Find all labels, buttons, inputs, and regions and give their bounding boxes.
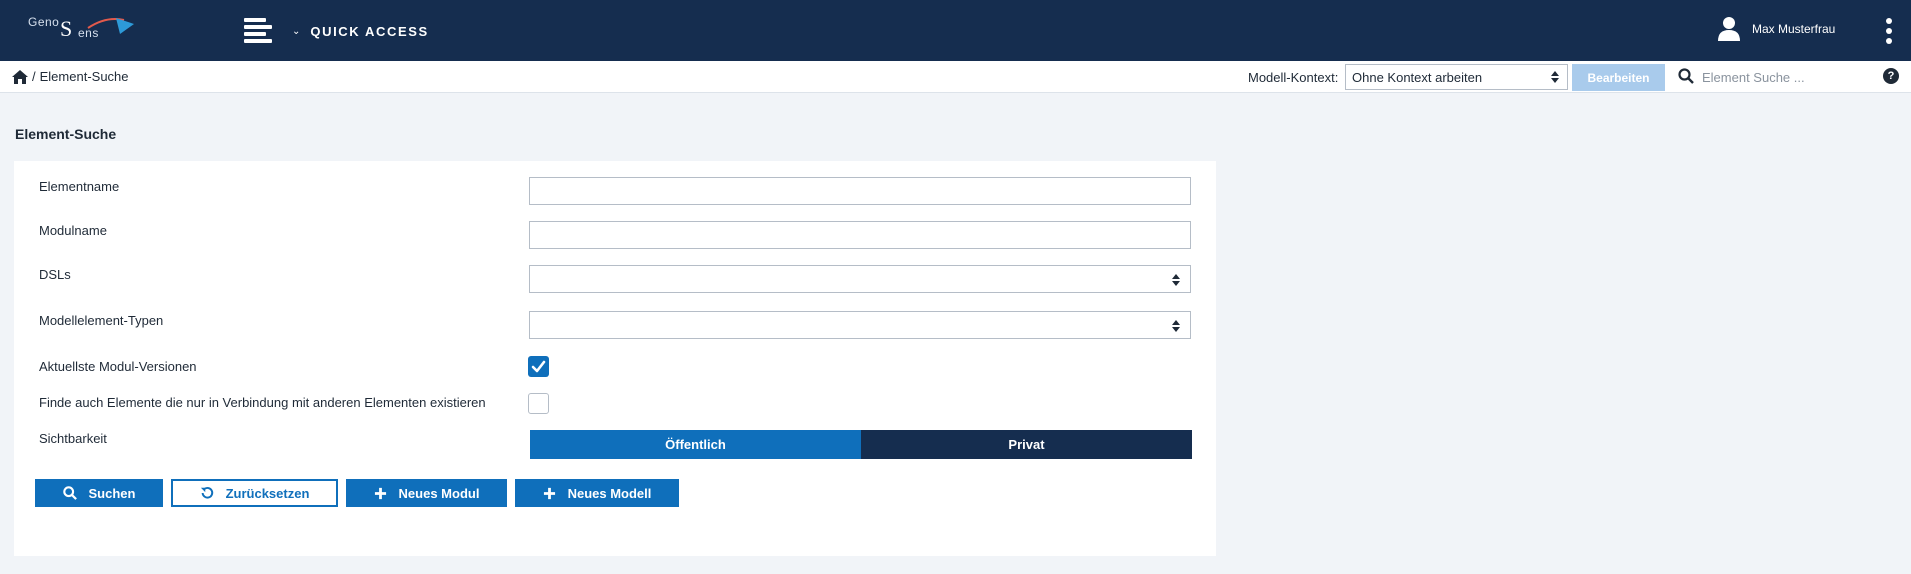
quick-access-menu[interactable]: ⌄ QUICK ACCESS xyxy=(292,20,429,42)
user-menu[interactable]: Max Musterfrau xyxy=(1718,13,1835,45)
new-model-button[interactable]: Neues Modell xyxy=(515,479,679,507)
more-options-icon[interactable] xyxy=(1884,18,1894,44)
element-search-input[interactable] xyxy=(1702,65,1862,89)
plus-icon xyxy=(543,487,555,499)
plus-icon xyxy=(374,487,386,499)
visibility-public-option[interactable]: Öffentlich xyxy=(530,430,861,459)
element-name-label: Elementname xyxy=(39,179,120,194)
model-element-types-select[interactable] xyxy=(529,311,1191,339)
visibility-toggle: Öffentlich Privat xyxy=(530,430,1192,459)
breadcrumb-separator: / xyxy=(32,69,36,84)
also-connected-checkbox[interactable] xyxy=(528,393,549,414)
checkmark-icon xyxy=(531,360,546,373)
user-icon xyxy=(1718,17,1740,41)
quick-access-label: QUICK ACCESS xyxy=(310,23,429,39)
undo-icon xyxy=(200,487,213,499)
model-element-types-label: Modellelement-Typen xyxy=(39,313,164,328)
home-icon[interactable] xyxy=(12,69,28,84)
model-context-value: Ohne Kontext arbeiten xyxy=(1352,70,1483,85)
search-icon xyxy=(62,486,77,500)
reset-button-label: Zurücksetzen xyxy=(225,485,310,501)
logo-text-geno: Geno xyxy=(28,15,60,29)
logo-arrow-icon xyxy=(87,18,134,34)
dsls-label: DSLs xyxy=(39,267,71,282)
breadcrumb-bar: / Element-Suche Modell-Kontext: Ohne Kon… xyxy=(0,61,1911,93)
help-icon[interactable]: ? xyxy=(1883,68,1899,84)
visibility-private-option[interactable]: Privat xyxy=(861,430,1192,459)
select-arrows-icon xyxy=(1172,320,1180,332)
top-navigation-bar: Geno S ens ⌄ QUICK ACCESS Max Musterfrau xyxy=(0,0,1911,61)
breadcrumb-current: Element-Suche xyxy=(39,69,129,84)
new-module-button-label: Neues Modul xyxy=(398,485,480,501)
select-arrows-icon xyxy=(1172,274,1180,286)
dsls-select[interactable] xyxy=(529,265,1191,293)
search-button-label: Suchen xyxy=(88,485,136,501)
logo-text-s: S xyxy=(60,16,73,41)
search-icon[interactable] xyxy=(1678,68,1694,84)
chevron-down-icon: ⌄ xyxy=(292,25,301,37)
element-name-input[interactable] xyxy=(529,177,1191,205)
page-title: Element-Suche xyxy=(15,126,117,142)
main-menu-toggle-icon[interactable] xyxy=(244,18,274,43)
reset-button[interactable]: Zurücksetzen xyxy=(171,479,338,507)
model-context-label: Modell-Kontext: xyxy=(1248,70,1339,85)
new-model-button-label: Neues Modell xyxy=(567,485,652,501)
visibility-label: Sichtbarkeit xyxy=(39,431,107,446)
new-module-button[interactable]: Neues Modul xyxy=(346,479,507,507)
edit-context-button[interactable]: Bearbeiten xyxy=(1572,64,1665,91)
latest-versions-label: Aktuellste Modul-Versionen xyxy=(39,359,197,374)
module-name-input[interactable] xyxy=(529,221,1191,249)
select-arrows-icon xyxy=(1551,71,1559,83)
also-connected-label: Finde auch Elemente die nur in Verbindun… xyxy=(39,395,486,410)
user-name: Max Musterfrau xyxy=(1752,22,1836,36)
latest-versions-checkbox[interactable] xyxy=(528,356,549,377)
genosens-logo[interactable]: Geno S ens xyxy=(26,10,136,46)
breadcrumb: / Element-Suche xyxy=(12,69,129,84)
search-button[interactable]: Suchen xyxy=(35,479,163,507)
module-name-label: Modulname xyxy=(39,223,107,238)
model-context-select[interactable]: Ohne Kontext arbeiten xyxy=(1345,64,1568,90)
